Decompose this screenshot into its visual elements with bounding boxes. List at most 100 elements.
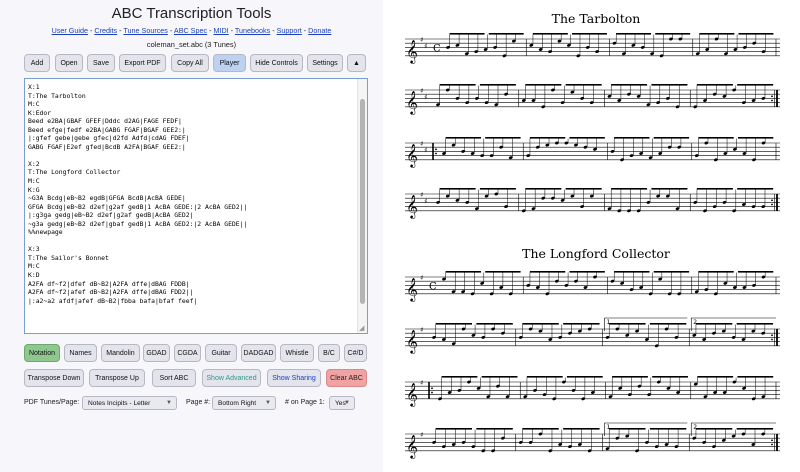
note-beam	[485, 271, 521, 273]
note-beam	[522, 428, 559, 430]
treble-clef-icon: 𝄞	[406, 90, 418, 115]
collapse-button[interactable]: ▲	[347, 54, 366, 72]
sharp-icon: ♯	[420, 191, 423, 199]
note-beam	[563, 428, 600, 430]
hide-controls-button[interactable]: Hide Controls	[250, 54, 303, 72]
repeat-dot	[431, 387, 433, 390]
tab-bc[interactable]: B/C	[318, 344, 340, 362]
note-beam	[698, 137, 734, 139]
chevron-down-icon: ▼	[166, 400, 172, 406]
repeat-dot	[771, 443, 773, 446]
note-beam	[529, 137, 566, 139]
resize-grip-icon[interactable]: ◢	[359, 325, 366, 332]
repeat-dot	[435, 148, 437, 151]
repeat-dot	[771, 99, 773, 102]
note-beam	[532, 33, 568, 35]
note-beam	[449, 33, 485, 35]
repeat-dot	[771, 95, 773, 98]
repeat-dot	[771, 203, 773, 206]
clear-abc-button[interactable]: Clear ABC	[326, 369, 367, 387]
sharp-icon: ♯	[424, 146, 427, 154]
link-support[interactable]: Support	[277, 26, 302, 35]
note-beam	[738, 33, 774, 35]
tune-title-longford: The Longford Collector	[522, 246, 670, 261]
tab-names[interactable]: Names	[64, 344, 97, 362]
link-credits[interactable]: Credits	[94, 26, 117, 35]
ending-number: 2	[693, 319, 697, 326]
page-number-label: Page #:	[186, 399, 211, 406]
link-midi[interactable]: MIDI	[213, 26, 228, 35]
tab-csd[interactable]: C#/D	[344, 344, 367, 362]
note-beam	[476, 428, 513, 430]
repeat-dot	[771, 334, 773, 337]
note-beam	[695, 323, 733, 325]
scrollbar-thumb[interactable]	[360, 99, 365, 304]
staff-6: 𝄞 ♯ 1 2	[405, 317, 780, 354]
repeat-dot	[771, 439, 773, 442]
tab-gdad[interactable]: GDAD	[143, 344, 170, 362]
pdf-tunes-select[interactable]: Notes Incipits - Letter ▼	[82, 396, 177, 410]
transpose-down-button[interactable]: Transpose Down	[24, 369, 84, 387]
tab-cgda[interactable]: CGDA	[174, 344, 201, 362]
show-sharing-button[interactable]: Show Sharing	[267, 369, 321, 387]
note-beam	[563, 323, 600, 325]
on-page-select[interactable]: Yes ▼	[329, 396, 355, 410]
save-button[interactable]: Save	[87, 54, 115, 72]
sort-abc-button[interactable]: Sort ABC	[152, 369, 196, 387]
player-button[interactable]: Player	[213, 54, 246, 72]
tab-mandolin[interactable]: Mandolin	[101, 344, 140, 362]
link-user-guide[interactable]: User Guide	[52, 26, 88, 35]
repeat-dot	[431, 391, 433, 394]
sharp-icon: ♯	[420, 431, 423, 439]
note-beam	[441, 376, 478, 378]
copy-all-button[interactable]: Copy All	[171, 54, 209, 72]
tab-whistle[interactable]: Whistle	[280, 344, 314, 362]
export-pdf-button[interactable]: Export PDF	[119, 54, 166, 72]
editor-scrollbar[interactable]	[357, 79, 367, 333]
tab-guitar[interactable]: Guitar	[205, 344, 237, 362]
treble-clef-icon: 𝄞	[406, 39, 418, 64]
note-beam	[614, 137, 650, 139]
add-button[interactable]: Add	[24, 54, 50, 72]
tab-notation[interactable]: Notation	[24, 344, 60, 362]
sharp-icon: ♯	[420, 274, 423, 282]
repeat-dot	[435, 152, 437, 155]
chevron-down-icon: ▼	[344, 400, 350, 406]
note-beam	[488, 33, 524, 35]
link-tunebooks[interactable]: Tunebooks	[235, 26, 270, 35]
note-beam	[695, 428, 733, 430]
page-number-select[interactable]: Bottom Right ▼	[212, 396, 276, 410]
note-beam	[479, 84, 516, 86]
link-abc-spec[interactable]: ABC Spec	[174, 26, 207, 35]
note-beam	[609, 323, 646, 325]
show-advanced-button[interactable]: Show Advanced	[202, 369, 261, 387]
app-title: ABC Transcription Tools	[111, 5, 272, 22]
treble-clef-icon: 𝄞	[406, 277, 418, 302]
tab-dadgad[interactable]: DADGAD	[241, 344, 276, 362]
note-beam	[616, 33, 652, 35]
staff-1: 𝄞 ♯♯ C	[405, 33, 780, 64]
treble-clef-icon: 𝄞	[406, 329, 418, 354]
common-time-icon: C	[429, 282, 437, 293]
transpose-up-button[interactable]: Transpose Up	[89, 369, 145, 387]
link-tune-sources[interactable]: Tune Sources	[123, 26, 167, 35]
note-beam	[737, 188, 774, 190]
sharp-icon: ♯	[424, 93, 427, 101]
ending-number: 1	[607, 424, 611, 431]
treble-clef-icon: 𝄞	[406, 143, 418, 168]
settings-button[interactable]: Settings	[307, 54, 343, 72]
abc-text[interactable]: X:1 T:The Tarbolton M:C K:Edor Beed e2BA…	[28, 83, 247, 305]
note-beam	[649, 323, 687, 325]
note-beam	[485, 137, 521, 139]
open-button[interactable]: Open	[55, 54, 83, 72]
note-beam	[698, 271, 734, 273]
pdf-tunes-value: Notes Incipits - Letter	[88, 399, 151, 407]
note-beam	[526, 376, 563, 378]
note-beam	[565, 84, 602, 86]
note-beam	[696, 188, 733, 190]
sharp-icon: ♯	[420, 326, 423, 334]
note-beam	[697, 376, 734, 378]
abc-editor[interactable]: X:1 T:The Tarbolton M:C K:Edor Beed e2BA…	[24, 78, 368, 334]
link-donate[interactable]: Donate	[308, 26, 331, 35]
note-beam	[522, 323, 559, 325]
